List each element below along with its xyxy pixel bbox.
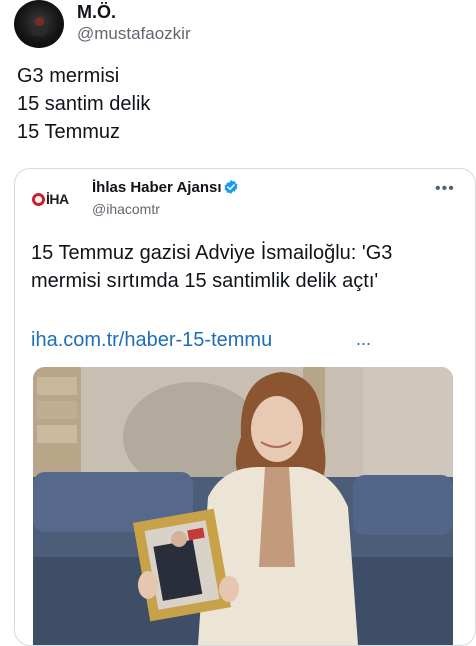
avatar-detail-lower <box>31 26 47 36</box>
more-options-icon[interactable]: ••• <box>435 180 455 198</box>
photo-illustration <box>33 367 453 645</box>
headline-line: mermisi sırtımda 15 santimlik delik açtı… <box>31 270 379 292</box>
source-logo[interactable]: İHA <box>32 189 80 209</box>
source-handle[interactable]: @ihacomtr <box>92 201 160 217</box>
article-link[interactable]: iha.com.tr/haber-15-temmu <box>31 329 272 352</box>
quoted-post-card[interactable]: İHA İhlas Haber Ajansı @ihacomtr ••• 15 … <box>14 168 476 646</box>
author-display-name[interactable]: M.Ö. <box>77 2 116 23</box>
link-ellipsis[interactable]: ... <box>356 329 371 350</box>
logo-text: İHA <box>46 191 69 207</box>
logo-ring-icon <box>32 192 45 206</box>
avatar[interactable] <box>14 0 64 48</box>
post-text: G3 mermisi 15 santim delik 15 Temmuz <box>17 62 150 146</box>
source-name[interactable]: İhlas Haber Ajansı <box>92 179 222 196</box>
article-photo[interactable] <box>33 367 453 645</box>
post-text-line: G3 mermisi <box>17 65 120 87</box>
post-text-line: 15 santim delik <box>17 93 151 115</box>
headline-line: 15 Temmuz gazisi Adviye İsmailoğlu: 'G3 <box>31 242 393 264</box>
author-handle[interactable]: @mustafaozkir <box>77 24 191 44</box>
avatar-detail <box>35 17 44 26</box>
post-text-line: 15 Temmuz <box>17 121 121 143</box>
quoted-headline: 15 Temmuz gazisi Adviye İsmailoğlu: 'G3 … <box>31 239 461 295</box>
verified-badge-icon <box>224 180 238 194</box>
